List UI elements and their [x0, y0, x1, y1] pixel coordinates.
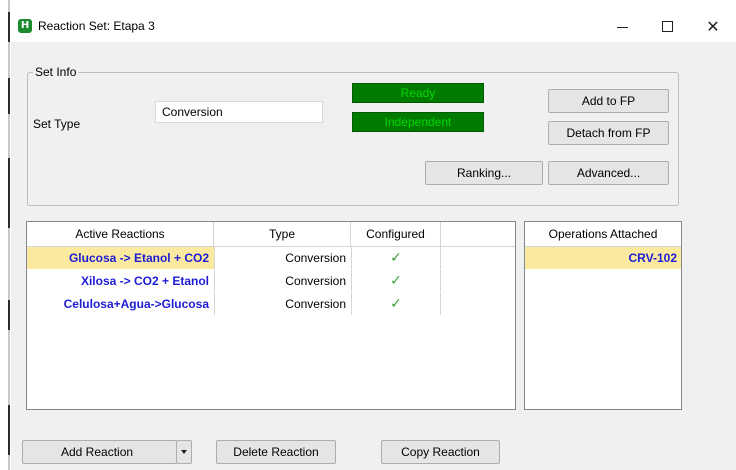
- window-edge-mark: [8, 78, 10, 114]
- column-header-active-reactions[interactable]: Active Reactions: [27, 222, 214, 247]
- operations-attached-list[interactable]: Operations Attached CRV-102: [524, 221, 682, 410]
- column-header-type[interactable]: Type: [214, 222, 351, 247]
- column-header-configured[interactable]: Configured: [351, 222, 441, 247]
- active-reactions-table[interactable]: Active Reactions Type Configured Glucosa…: [26, 221, 516, 410]
- reaction-type-cell: Conversion: [214, 293, 351, 315]
- set-type-label: Set Type: [33, 117, 81, 131]
- minimize-button[interactable]: [599, 10, 645, 42]
- window-edge-mark: [8, 158, 10, 228]
- check-icon: ✓: [351, 270, 441, 292]
- window-edge-mark: [8, 405, 10, 455]
- table-header: Active Reactions Type Configured: [27, 222, 515, 247]
- background-window-edge: [0, 0, 11, 470]
- table-row[interactable]: Glucosa -> Etanol + CO2 Conversion ✓: [27, 247, 515, 269]
- table-row[interactable]: Celulosa+Agua->Glucosa Conversion ✓: [27, 293, 515, 315]
- reaction-type-cell: Conversion: [214, 270, 351, 292]
- independent-status-badge: Independent: [352, 112, 484, 132]
- window-title: Reaction Set: Etapa 3: [38, 19, 155, 33]
- set-info-title: Set Info: [33, 65, 79, 79]
- check-icon: ✓: [351, 247, 441, 269]
- maximize-icon: [661, 20, 673, 32]
- ranking-button[interactable]: Ranking...: [425, 161, 543, 185]
- close-icon: ✕: [706, 16, 720, 36]
- chevron-down-icon: [181, 450, 187, 454]
- window-edge-mark: [8, 300, 10, 330]
- reaction-name-cell[interactable]: Celulosa+Agua->Glucosa: [27, 293, 214, 315]
- reaction-name-cell[interactable]: Glucosa -> Etanol + CO2: [27, 247, 214, 269]
- detach-from-fp-button[interactable]: Detach from FP: [548, 121, 669, 145]
- reaction-name-cell[interactable]: Xilosa -> CO2 + Etanol: [27, 270, 214, 292]
- add-reaction-dropdown-button[interactable]: [176, 440, 192, 464]
- check-icon: ✓: [351, 293, 441, 315]
- app-logo-icon: H: [18, 19, 32, 33]
- reaction-type-cell: Conversion: [214, 247, 351, 269]
- column-header-empty[interactable]: [441, 222, 515, 247]
- copy-reaction-button[interactable]: Copy Reaction: [381, 440, 500, 464]
- minimize-icon: [616, 26, 628, 28]
- window-edge-mark: [8, 12, 10, 42]
- set-type-field[interactable]: Conversion: [155, 101, 323, 123]
- operations-attached-header: Operations Attached: [525, 222, 681, 247]
- reaction-set-window: H Reaction Set: Etapa 3 ✕ Set Info Set T…: [11, 10, 736, 470]
- maximize-button[interactable]: [644, 10, 690, 42]
- advanced-button[interactable]: Advanced...: [548, 161, 669, 185]
- add-to-fp-button[interactable]: Add to FP: [548, 89, 669, 113]
- delete-reaction-button[interactable]: Delete Reaction: [216, 440, 336, 464]
- window-edge: [8, 0, 10, 470]
- close-button[interactable]: ✕: [690, 10, 736, 42]
- title-bar[interactable]: H Reaction Set: Etapa 3 ✕: [11, 10, 736, 42]
- list-item[interactable]: CRV-102: [525, 247, 681, 269]
- add-reaction-button[interactable]: Add Reaction: [22, 440, 177, 464]
- ready-status-badge: Ready: [352, 83, 484, 103]
- table-row[interactable]: Xilosa -> CO2 + Etanol Conversion ✓: [27, 270, 515, 292]
